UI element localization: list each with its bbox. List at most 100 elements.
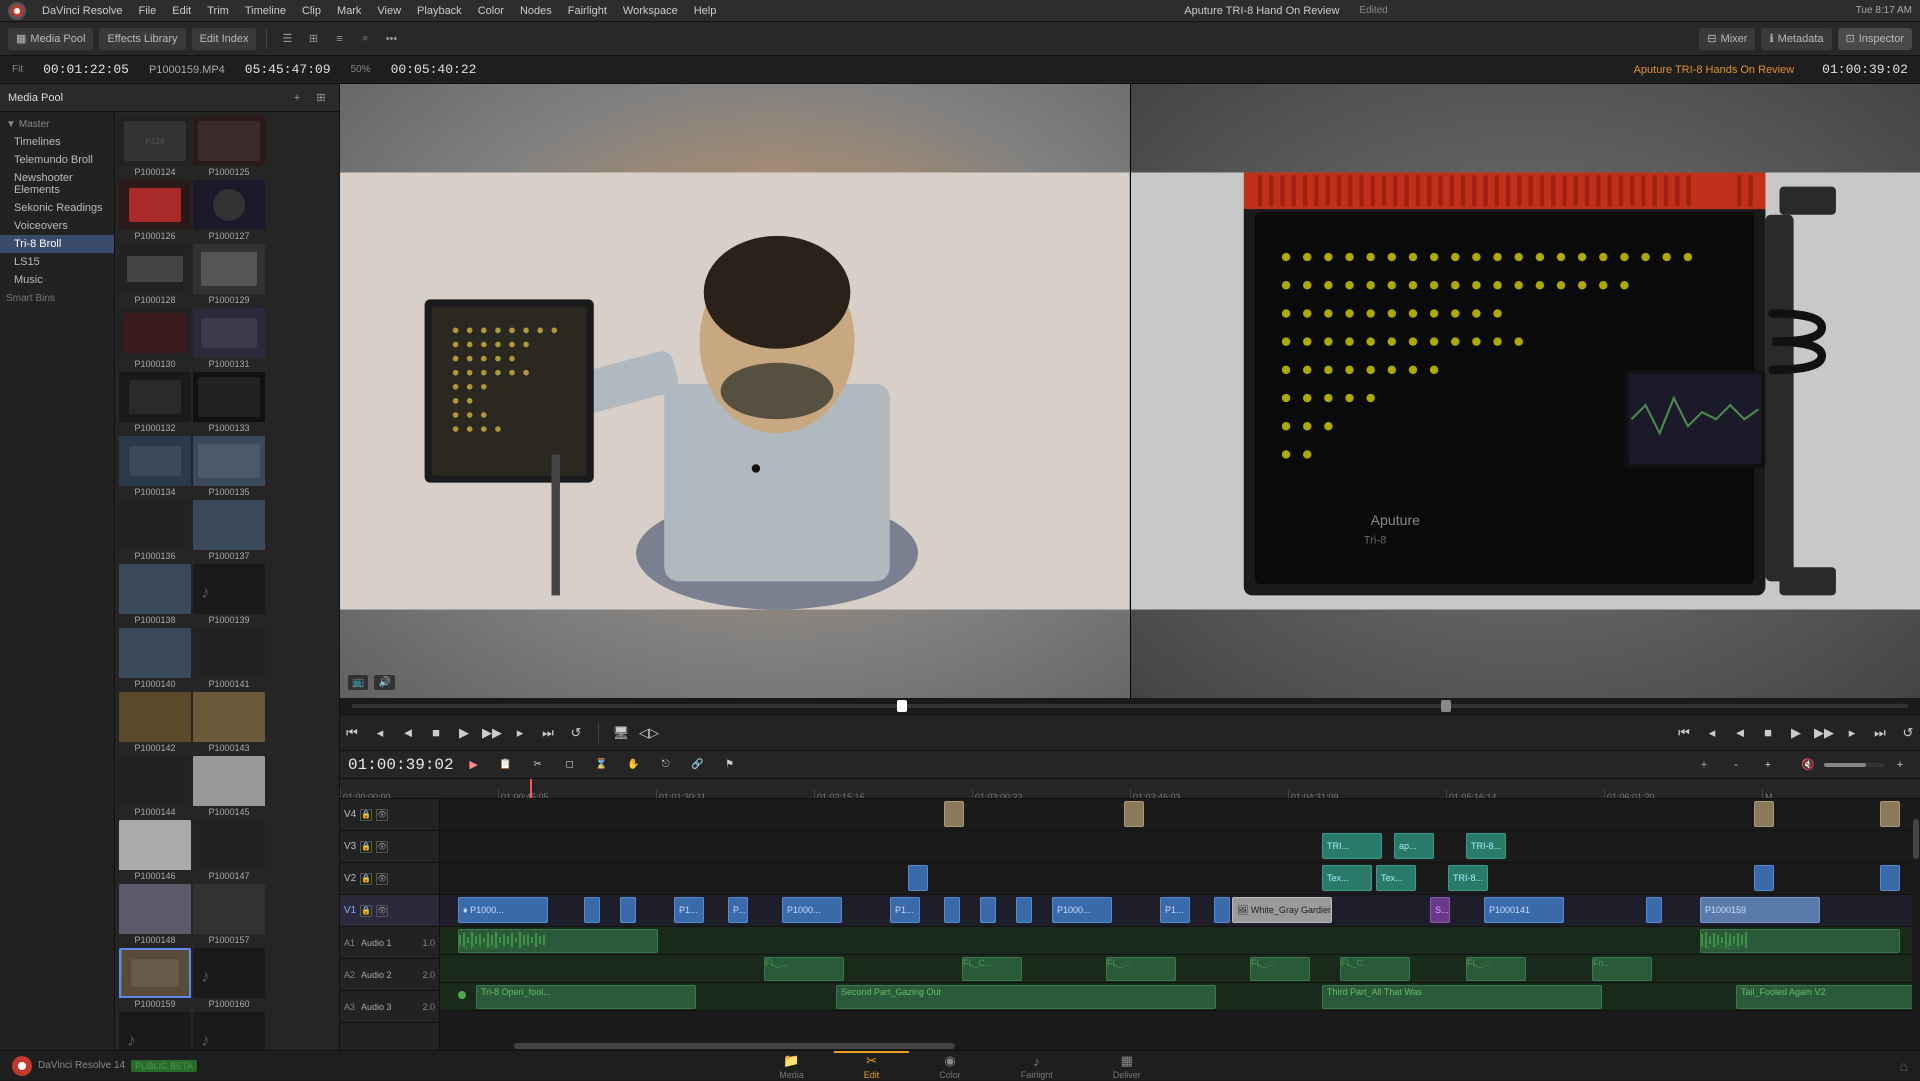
menu-color[interactable]: Color — [478, 5, 504, 17]
clip-v3-ap[interactable]: ap... — [1394, 833, 1434, 859]
menu-fairlight[interactable]: Fairlight — [568, 5, 607, 17]
src-loop-btn[interactable]: ↺ — [564, 721, 588, 745]
clip-v1-p141b[interactable] — [1646, 897, 1662, 923]
clip-v1-white-gray[interactable]: 🖼 White_Gray Gardient BG — [1232, 897, 1332, 923]
audio-waveform-A2-5[interactable]: FL_C... — [1340, 957, 1410, 981]
menu-workspace[interactable]: Workspace — [623, 5, 678, 17]
audio-waveform-A2-4[interactable]: FL_... — [1250, 957, 1310, 981]
hscrollbar-thumb[interactable] — [514, 1043, 956, 1049]
src-fast-fwd-btn[interactable]: ▶▶ — [480, 721, 504, 745]
clip-thumb-P1000133[interactable]: P1000133 — [193, 372, 265, 434]
clip-v1-pl5[interactable] — [944, 897, 960, 923]
preview-mode-icon[interactable]: 📺 — [348, 675, 368, 690]
clip-thumb-P1000127[interactable]: P1000127 — [193, 180, 265, 242]
menu-clip[interactable]: Clip — [302, 5, 321, 17]
clip-v1-3[interactable] — [620, 897, 636, 923]
home-btn[interactable]: ⌂ — [1900, 1058, 1908, 1074]
audio-waveform-A2-2[interactable]: FL_C... — [962, 957, 1022, 981]
tl-cut-tool[interactable]: ✂ — [526, 753, 550, 777]
prg-fast-fwd-btn[interactable]: ▶▶ — [1812, 721, 1836, 745]
prg-stop-btn[interactable]: ■ — [1756, 721, 1780, 745]
more-options-btn[interactable]: ••• — [381, 29, 401, 49]
clip-v1-p159[interactable]: P1000159 — [1700, 897, 1820, 923]
clip-thumb-P1000162[interactable]: ♪ P1000162 — [119, 1012, 191, 1050]
sidebar-item-timelines[interactable]: Timelines — [0, 133, 114, 151]
src-stop-btn[interactable]: ■ — [424, 721, 448, 745]
menu-nodes[interactable]: Nodes — [520, 5, 552, 17]
prg-play-reverse-btn[interactable]: ◄ — [1728, 721, 1752, 745]
tl-volume-slider[interactable] — [1824, 763, 1884, 767]
inspector-btn[interactable]: ⊡ Inspector — [1838, 28, 1912, 50]
clip-v1-pl3[interactable]: P1000... — [782, 897, 842, 923]
program-preview[interactable]: Aputure Tri-8 — [1130, 84, 1920, 698]
clip-v1-s[interactable]: S... — [1430, 897, 1450, 923]
source-preview[interactable]: 📺 🔊 — [340, 84, 1130, 698]
audio-waveform-A2-1[interactable]: FL_... — [764, 957, 844, 981]
menu-playback[interactable]: Playback — [417, 5, 462, 17]
clip-thumb-P1000157[interactable]: P1000157 — [193, 884, 265, 946]
clip-v4-4[interactable] — [1880, 801, 1900, 827]
clip-v2-tex1[interactable]: Tex... — [1322, 865, 1372, 891]
clip-thumb-P1000146[interactable]: P1000146 — [119, 820, 191, 882]
clip-thumb-P1000148[interactable]: P1000148 — [119, 884, 191, 946]
tl-zoom-out-btn[interactable]: - — [1724, 753, 1748, 777]
menu-timeline[interactable]: Timeline — [245, 5, 286, 17]
src-go-end-btn[interactable]: ⏭ — [536, 721, 560, 745]
tracks-content[interactable]: TRI... ap... TRI-8... Tex... Tex... TRI-… — [440, 799, 1920, 1050]
src-prev-btn[interactable]: ◂ — [368, 721, 392, 745]
clip-v4-1[interactable] — [944, 801, 964, 827]
menu-file[interactable]: File — [139, 5, 157, 17]
clip-v1-pl2[interactable]: P... — [728, 897, 748, 923]
grid-view-btn[interactable]: ⊞ — [303, 29, 323, 49]
clip-thumb-P1000128[interactable]: P1000128 — [119, 244, 191, 306]
viewer-toggle-btn[interactable]: 🖥 — [609, 721, 633, 745]
view-toggle-btn[interactable]: ☰ — [277, 29, 297, 49]
sidebar-item-telemundo[interactable]: Telemundo Broll — [0, 151, 114, 169]
timeline-ruler[interactable]: 01:00:00:00 01:00:45:05 01:01:30:11 01:0… — [340, 779, 1920, 799]
v1-lock-btn[interactable]: 🔒 — [360, 905, 372, 917]
clip-v2-tri3[interactable]: TRI-8... — [1448, 865, 1488, 891]
preview-audio-icon[interactable]: 🔊 — [374, 675, 394, 690]
clip-thumb-P1000132[interactable]: P1000132 — [119, 372, 191, 434]
tl-flag-tool[interactable]: ⚑ — [718, 753, 742, 777]
clip-thumb-P1000144[interactable]: P1000144 — [119, 756, 191, 818]
audio-waveform-A2-7[interactable]: Fn... — [1592, 957, 1652, 981]
clip-thumb-P1000147[interactable]: P1000147 — [193, 820, 265, 882]
menu-davinci-resolve[interactable]: DaVinci Resolve — [42, 5, 123, 17]
src-next-btn[interactable]: ▸ — [508, 721, 532, 745]
nav-edit[interactable]: ✂ Edit — [834, 1051, 910, 1081]
clip-thumb-P1000124[interactable]: P124 P1000124 — [119, 116, 191, 178]
clip-thumb-P1000135[interactable]: P1000135 — [193, 436, 265, 498]
prg-prev-btn[interactable]: ◂ — [1700, 721, 1724, 745]
prg-go-end-btn[interactable]: ⏭ — [1868, 721, 1892, 745]
audio-waveform-A3-4[interactable]: Tail_Fooled Again V2 — [1736, 985, 1920, 1009]
audio-waveform-A3-2[interactable]: Second Part_Gazing Out — [836, 985, 1216, 1009]
tl-audio-mute-btn[interactable]: 🔇 — [1796, 753, 1820, 777]
clip-v1-pl10[interactable] — [1214, 897, 1230, 923]
clip-thumb-P1000138[interactable]: P1000138 — [119, 564, 191, 626]
fit-label[interactable]: Fit — [12, 64, 23, 75]
edit-index-btn[interactable]: Edit Index — [192, 28, 257, 50]
nav-media[interactable]: 📁 Media — [749, 1051, 834, 1081]
search-btn[interactable]: ⌕ — [355, 29, 375, 49]
clip-v2-tex2[interactable]: Tex... — [1376, 865, 1416, 891]
clip-thumb-P1000125[interactable]: P1000125 — [193, 116, 265, 178]
v4-eye-btn[interactable]: 👁 — [376, 809, 388, 821]
audio-waveform-A2-6[interactable]: FL_... — [1466, 957, 1526, 981]
menu-help[interactable]: Help — [694, 5, 717, 17]
clip-thumb-P1000134[interactable]: P1000134 — [119, 436, 191, 498]
clip-thumb-P1000130[interactable]: P1000130 — [119, 308, 191, 370]
timeline-hscrollbar[interactable] — [440, 1042, 1912, 1050]
clip-thumb-P1000137[interactable]: P1000137 — [193, 500, 265, 562]
clip-v2-blue2[interactable] — [1754, 865, 1774, 891]
tl-audio-plus-btn[interactable]: + — [1888, 753, 1912, 777]
mp-grid-btn[interactable]: ⊞ — [311, 88, 331, 108]
clip-v1-2[interactable] — [584, 897, 600, 923]
clip-thumb-P1000140[interactable]: P1000140 — [119, 628, 191, 690]
clip-v2-blue3[interactable] — [1880, 865, 1900, 891]
menu-trim[interactable]: Trim — [207, 5, 229, 17]
timeline-scrollbar[interactable] — [1912, 799, 1920, 1050]
clip-v2-blue1[interactable] — [908, 865, 928, 891]
audio-waveform-A3-3[interactable]: Third Part_All That Was — [1322, 985, 1602, 1009]
clip-thumb-P1000160[interactable]: ♪ P1000160 — [193, 948, 265, 1010]
